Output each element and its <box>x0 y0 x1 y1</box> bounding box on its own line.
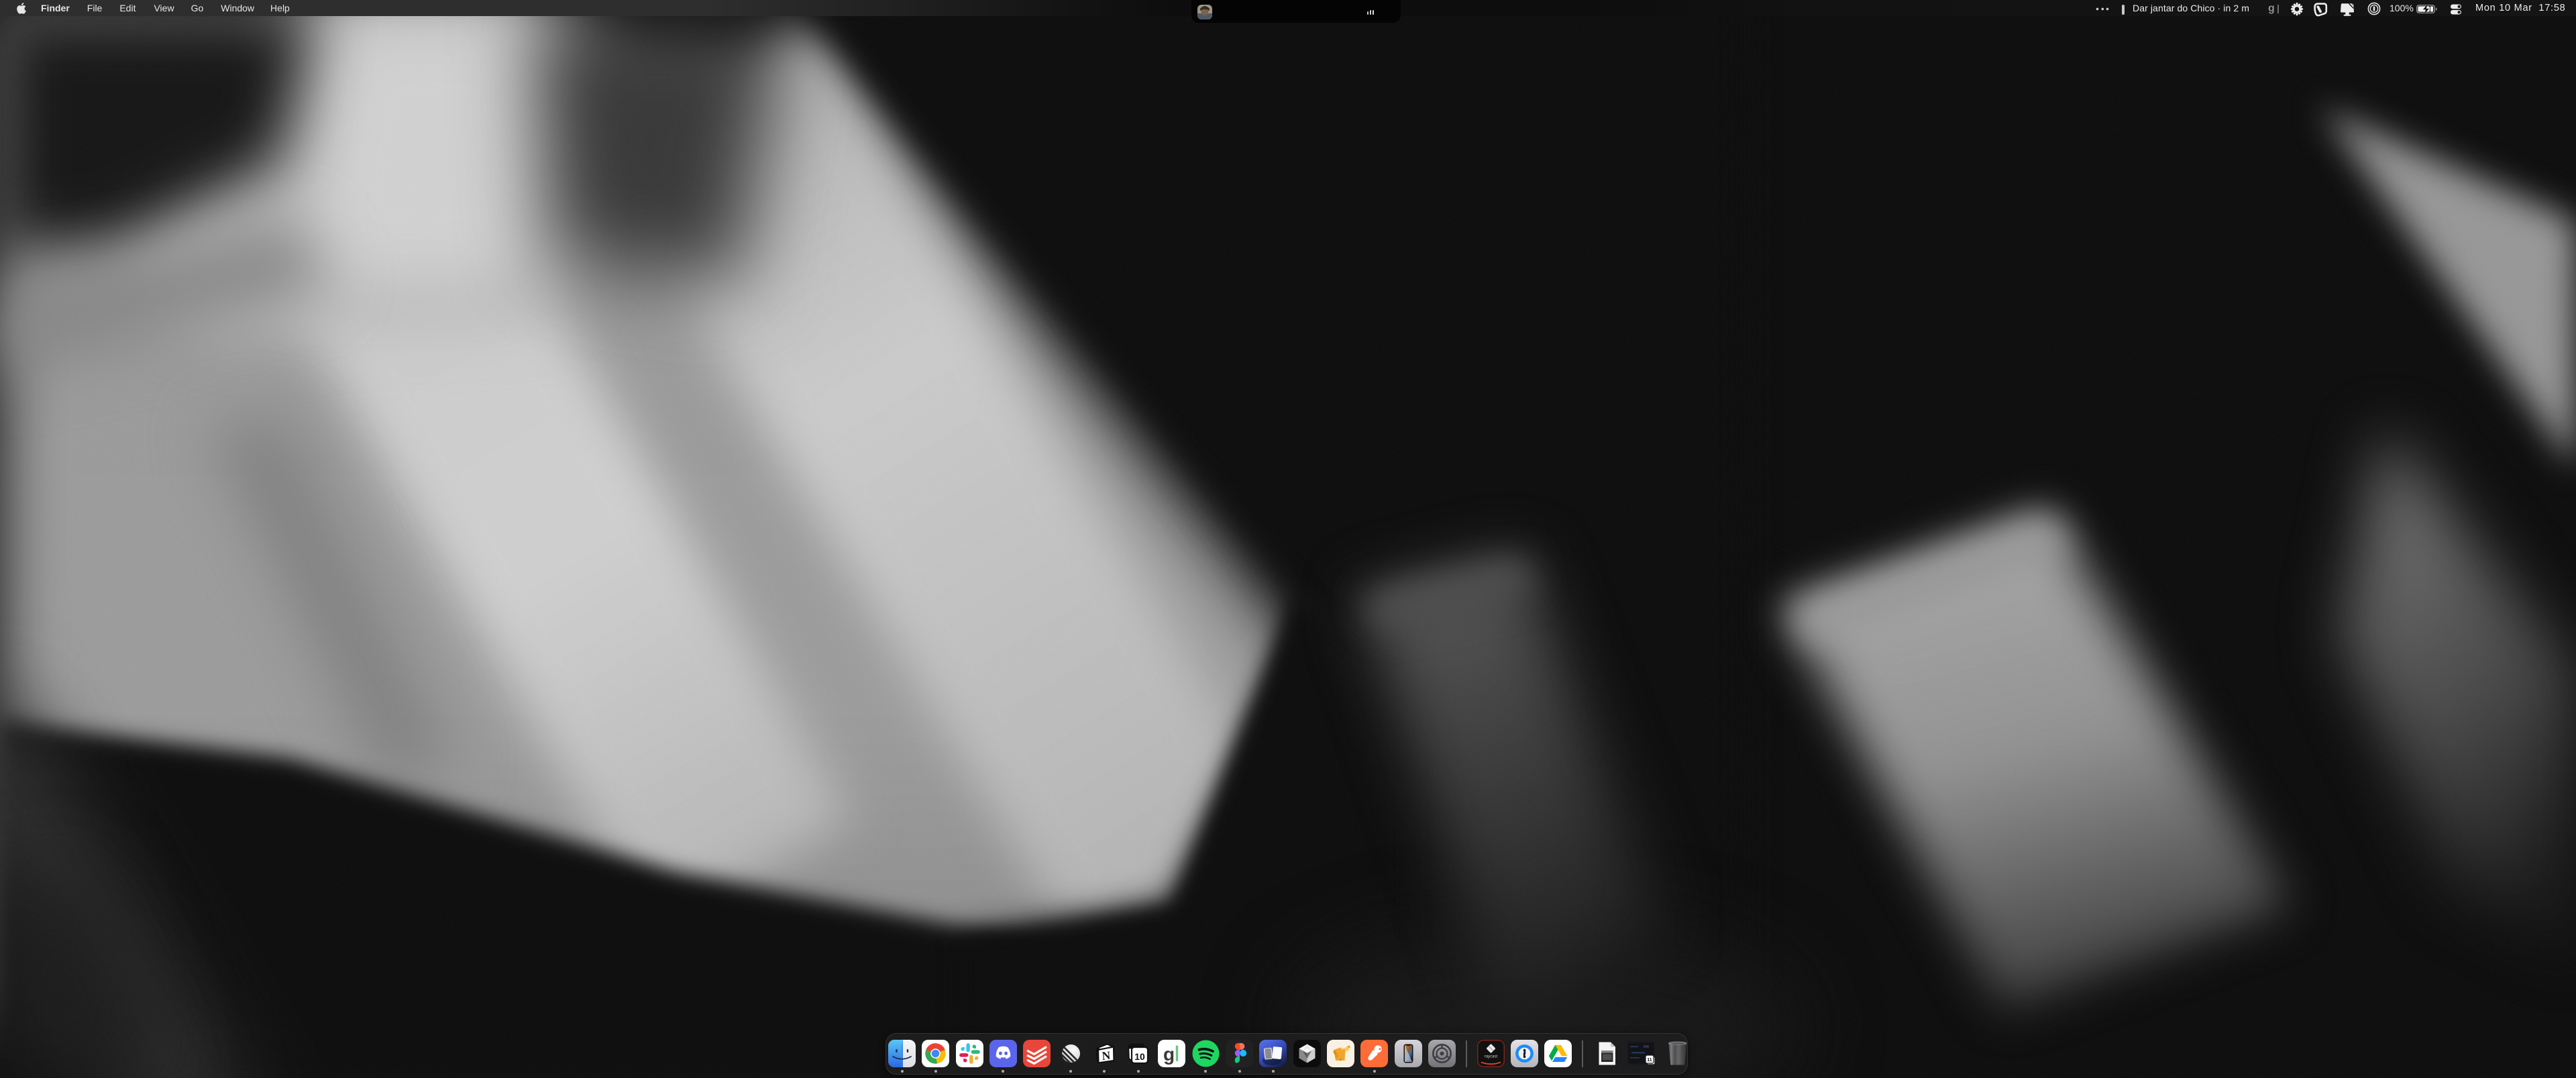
svg-text:raycast: raycast <box>1484 1055 1497 1059</box>
svg-text:N: N <box>1102 1048 1112 1062</box>
svg-text:10: 10 <box>1134 1051 1145 1062</box>
svg-text:g: g <box>1163 1044 1175 1065</box>
svg-text:11: 11 <box>1647 1058 1652 1063</box>
